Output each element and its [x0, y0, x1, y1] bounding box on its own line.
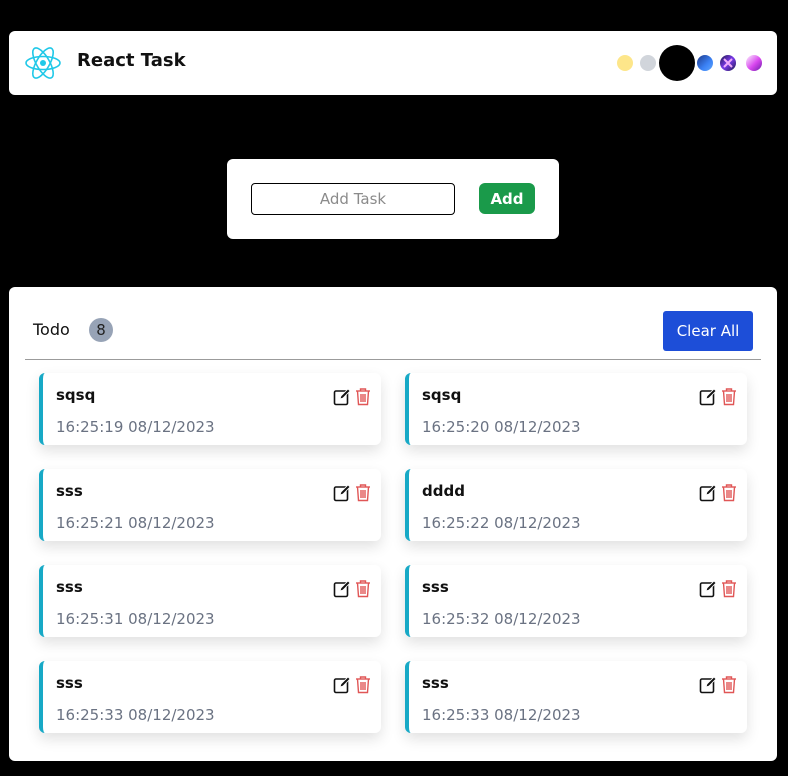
theme-dot-black[interactable] [659, 45, 695, 81]
task-timestamp: 16:25:32 08/12/2023 [422, 610, 581, 628]
task-card: sss 16:25:33 08/12/2023 [39, 661, 381, 733]
edit-icon[interactable] [699, 484, 717, 502]
trash-icon[interactable] [354, 579, 372, 598]
task-title: sss [56, 482, 83, 500]
task-card: sss 16:25:32 08/12/2023 [405, 565, 747, 637]
add-button[interactable]: Add [479, 183, 535, 214]
task-title: sss [56, 674, 83, 692]
theme-dot-gray[interactable] [640, 55, 656, 71]
edit-icon[interactable] [333, 676, 351, 694]
task-timestamp: 16:25:20 08/12/2023 [422, 418, 581, 436]
trash-icon[interactable] [720, 675, 738, 694]
edit-icon[interactable] [333, 580, 351, 598]
task-card: sqsq 16:25:19 08/12/2023 [39, 373, 381, 445]
trash-icon[interactable] [354, 675, 372, 694]
task-timestamp: 16:25:19 08/12/2023 [56, 418, 215, 436]
react-logo-icon [25, 47, 61, 79]
app-title: React Task [77, 50, 186, 71]
task-title: sss [56, 578, 83, 596]
clear-all-button[interactable]: Clear All [663, 311, 753, 351]
task-card: sss 16:25:31 08/12/2023 [39, 565, 381, 637]
task-title: sqsq [56, 386, 96, 404]
trash-icon[interactable] [720, 387, 738, 406]
todo-panel: Todo 8 Clear All sqsq 16:25:19 08/12/202… [9, 287, 777, 761]
trash-icon[interactable] [354, 387, 372, 406]
task-title: sss [422, 578, 449, 596]
task-timestamp: 16:25:21 08/12/2023 [56, 514, 215, 532]
x-mark-icon [723, 58, 733, 68]
theme-dot-blue-gradient[interactable] [697, 55, 713, 71]
edit-icon[interactable] [333, 388, 351, 406]
task-input[interactable] [251, 183, 455, 215]
task-title: dddd [422, 482, 465, 500]
edit-icon[interactable] [699, 676, 717, 694]
task-title: sqsq [422, 386, 462, 404]
trash-icon[interactable] [720, 579, 738, 598]
task-timestamp: 16:25:33 08/12/2023 [56, 706, 215, 724]
task-timestamp: 16:25:22 08/12/2023 [422, 514, 581, 532]
task-title: sss [422, 674, 449, 692]
theme-dot-purple-gradient[interactable] [720, 55, 736, 71]
edit-icon[interactable] [699, 580, 717, 598]
divider [25, 359, 761, 360]
trash-icon[interactable] [720, 483, 738, 502]
edit-icon[interactable] [333, 484, 351, 502]
todo-count-badge: 8 [89, 318, 113, 342]
trash-icon[interactable] [354, 483, 372, 502]
task-card: sss 16:25:33 08/12/2023 [405, 661, 747, 733]
task-card: dddd 16:25:22 08/12/2023 [405, 469, 747, 541]
theme-dot-yellow[interactable] [617, 55, 633, 71]
theme-dot-pink-gradient[interactable] [746, 55, 762, 71]
app-header: React Task [9, 31, 777, 95]
edit-icon[interactable] [699, 388, 717, 406]
todo-label: Todo [33, 320, 70, 339]
task-card: sss 16:25:21 08/12/2023 [39, 469, 381, 541]
add-task-form: Add [227, 159, 559, 239]
task-card: sqsq 16:25:20 08/12/2023 [405, 373, 747, 445]
task-timestamp: 16:25:31 08/12/2023 [56, 610, 215, 628]
task-timestamp: 16:25:33 08/12/2023 [422, 706, 581, 724]
